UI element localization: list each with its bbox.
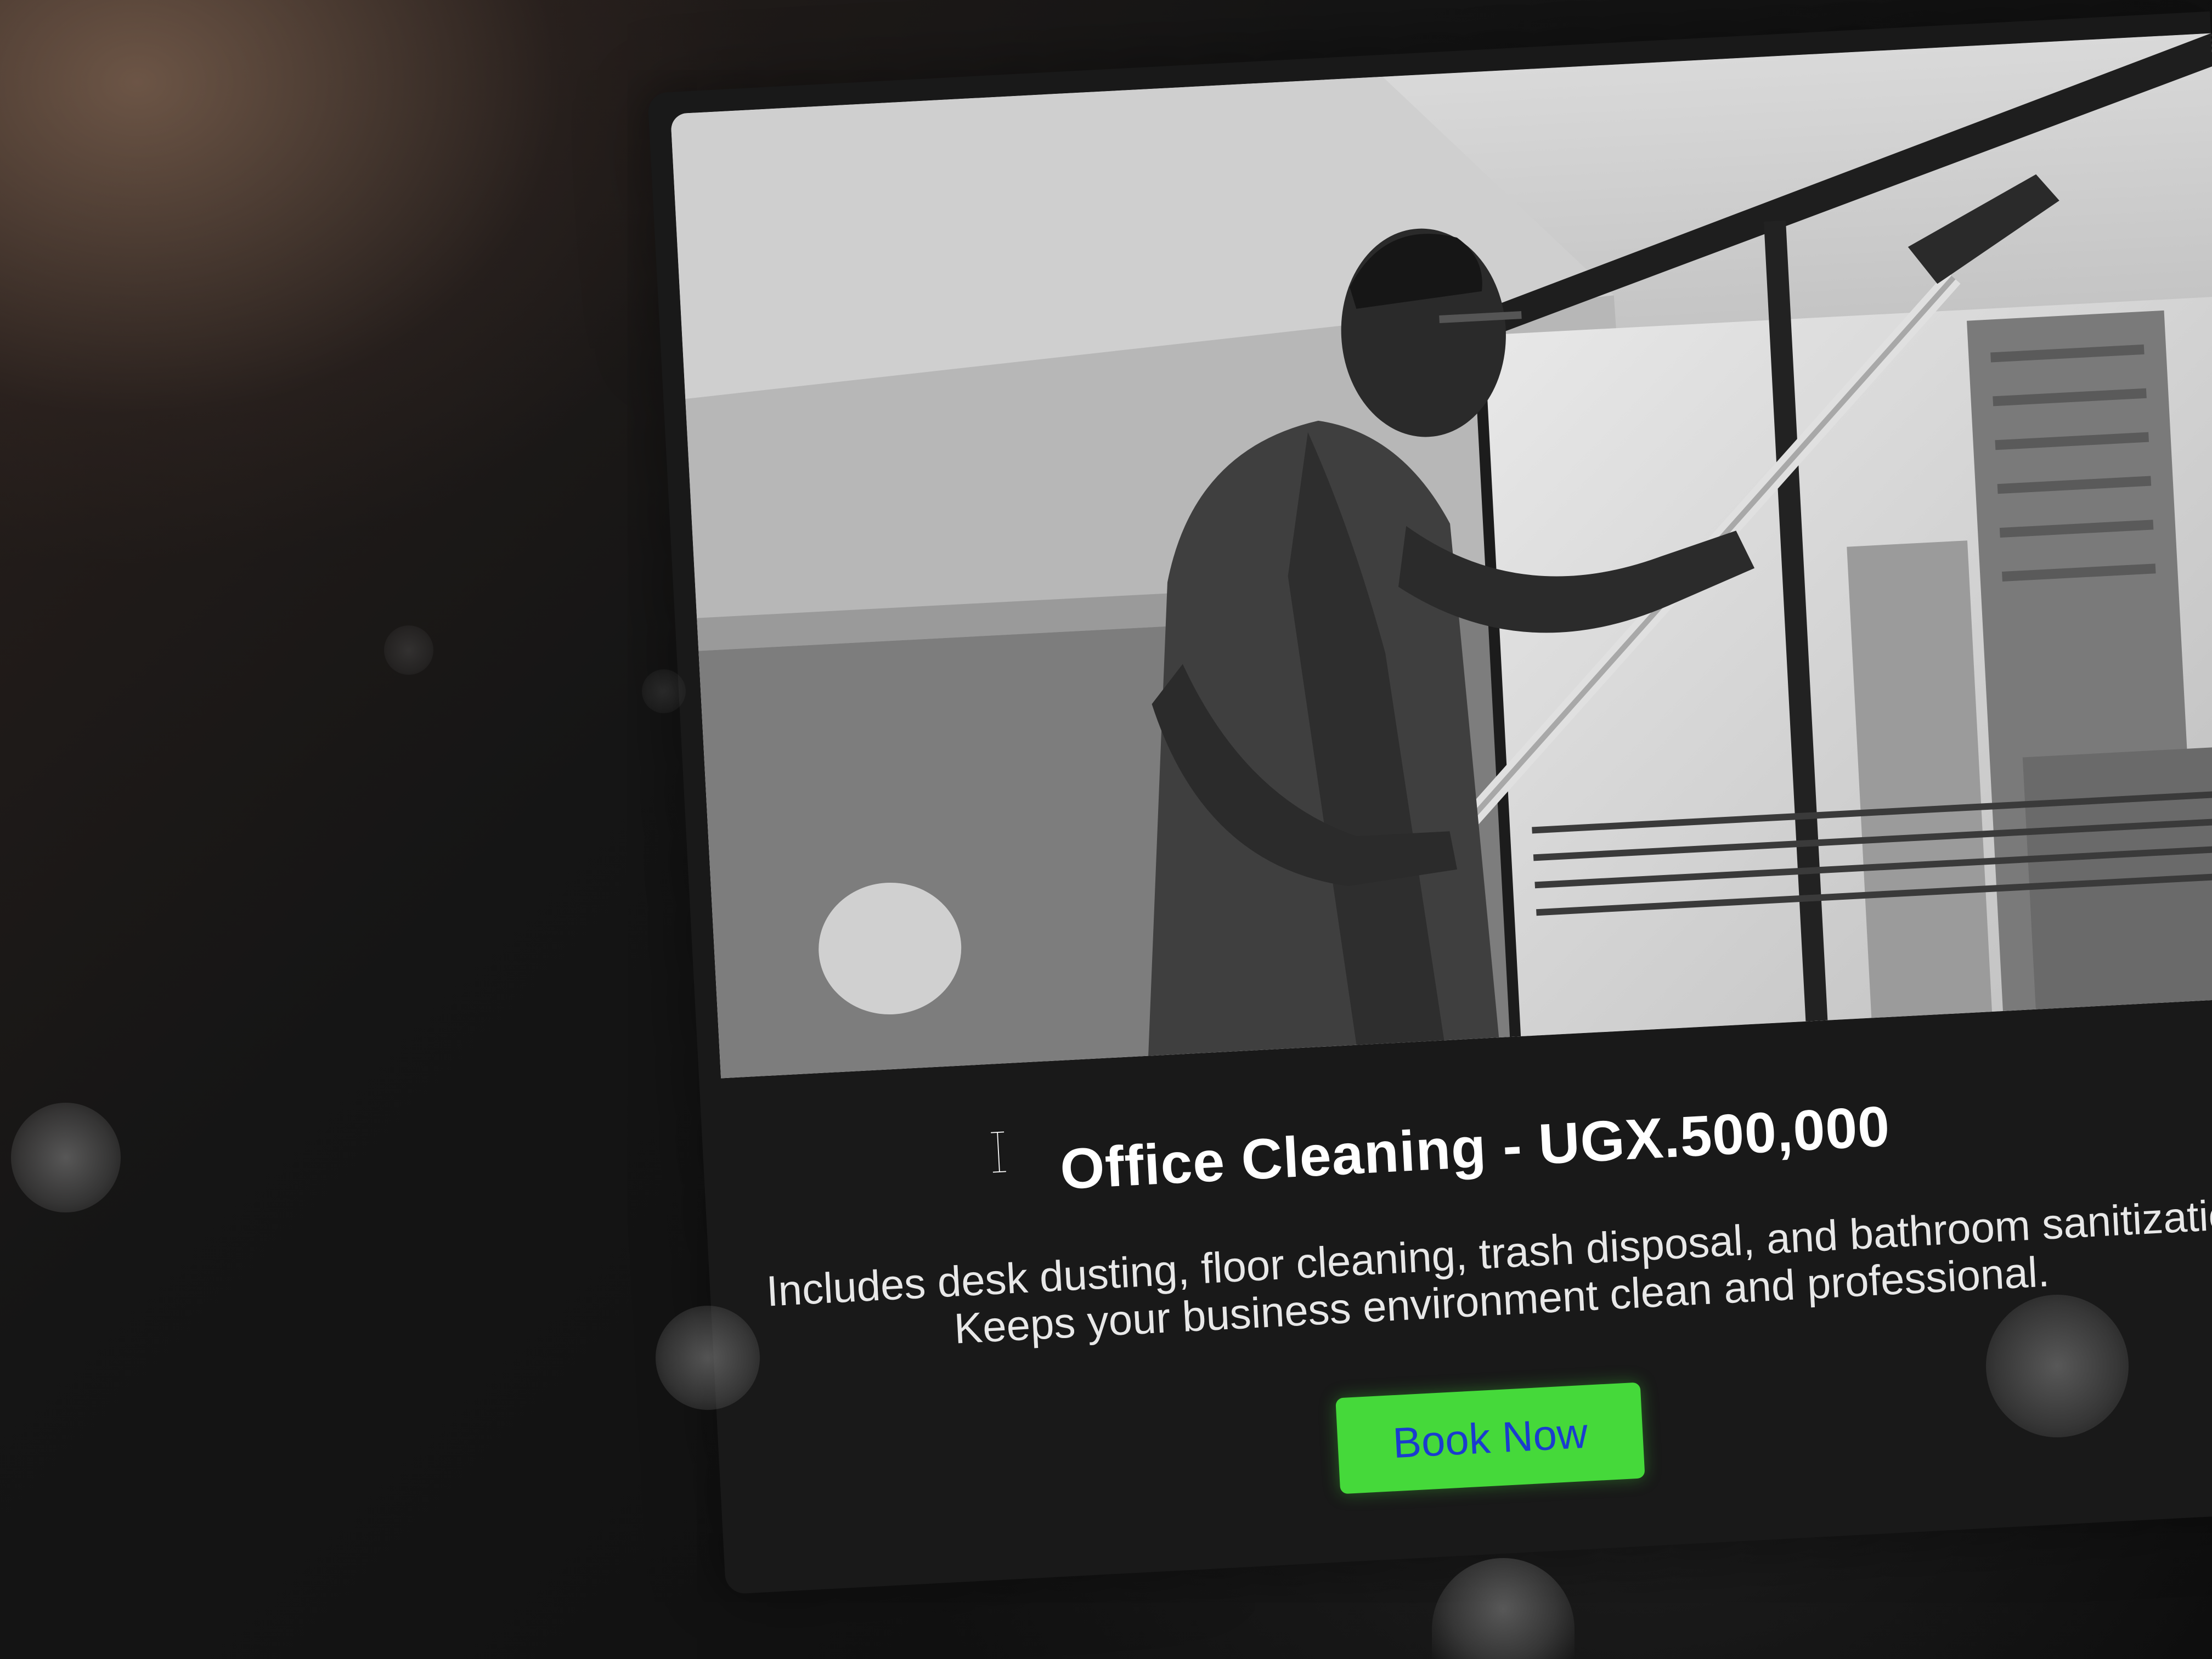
service-image — [670, 33, 2212, 1079]
service-title: Office Cleaning - UGX.500,000 — [1058, 1094, 1892, 1202]
glare-spot — [11, 1103, 121, 1212]
glare-spot — [642, 669, 686, 713]
card-body: Office Cleaning - UGX.500,000 Includes d… — [701, 1026, 2212, 1526]
glare-spot — [656, 1306, 760, 1410]
glare-spot — [1986, 1295, 2129, 1437]
service-description: Includes desk dusting, floor cleaning, t… — [676, 1186, 2212, 1367]
text-cursor-icon — [991, 1130, 1006, 1174]
glare-spot — [384, 625, 433, 675]
cleaner-photo — [670, 33, 2212, 1079]
book-now-button[interactable]: Book Now — [1335, 1382, 1645, 1494]
service-card: Office Cleaning - UGX.500,000 Includes d… — [647, 11, 2212, 1595]
